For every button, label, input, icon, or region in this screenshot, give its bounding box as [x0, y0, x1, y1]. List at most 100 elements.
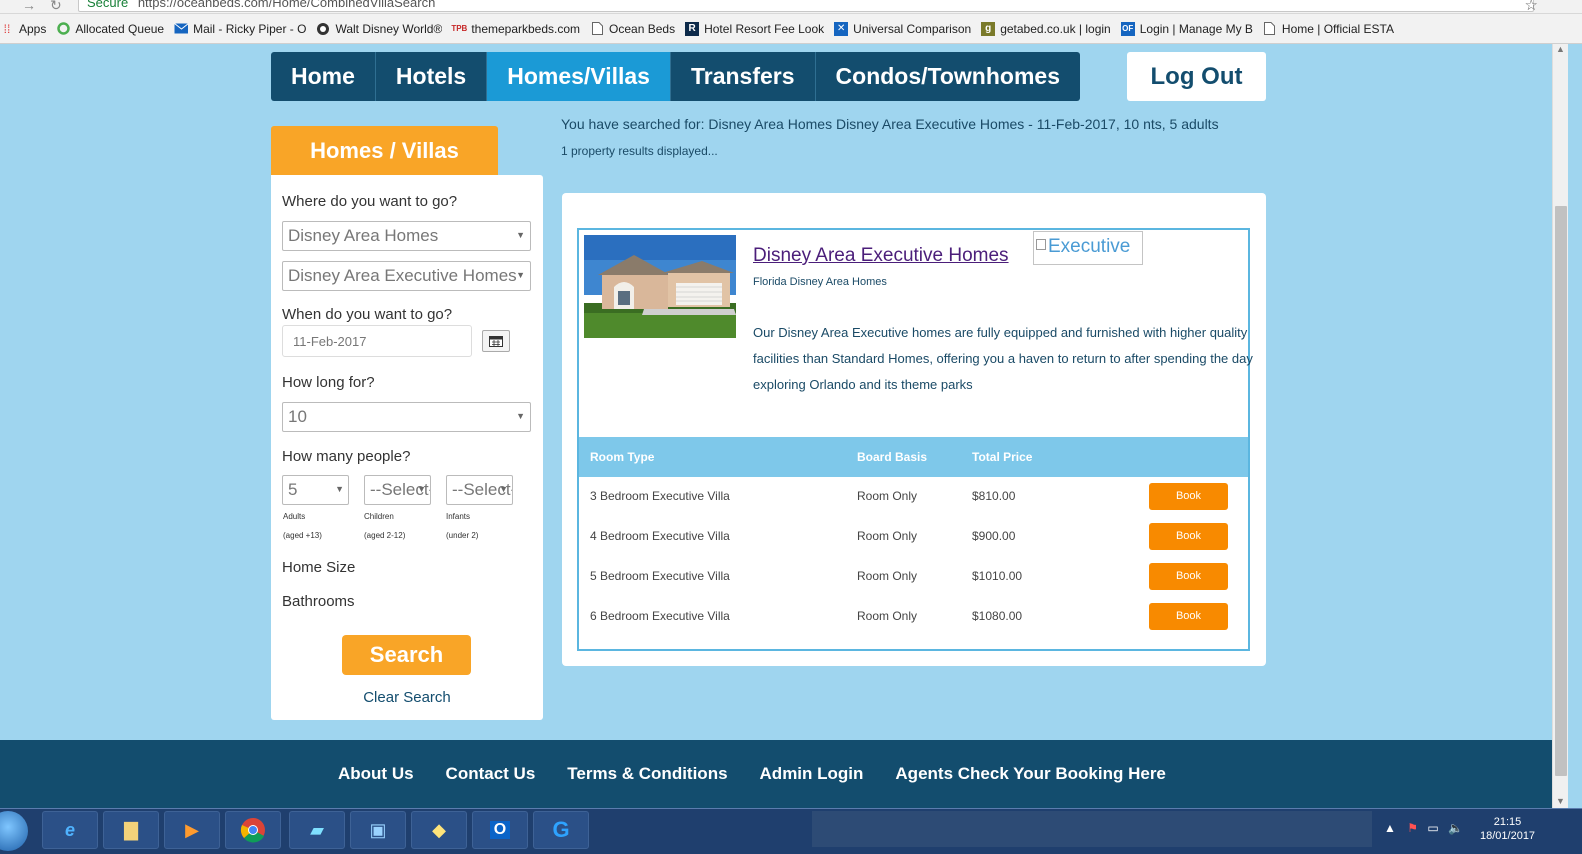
- bookmark-item[interactable]: TPB themeparkbeds.com: [451, 22, 580, 36]
- subdestination-select[interactable]: Disney Area Executive Homes ▼: [282, 261, 531, 291]
- footer-admin-login-link[interactable]: Admin Login: [760, 764, 864, 784]
- media-player-icon[interactable]: ▶: [164, 811, 220, 849]
- scroll-up-icon[interactable]: ▲: [1556, 44, 1565, 54]
- g-app-icon[interactable]: G: [533, 811, 589, 849]
- main-nav: Home Hotels Homes/Villas Transfers Condo…: [271, 52, 1080, 101]
- system-clock[interactable]: 21:15 18/01/2017: [1480, 815, 1535, 843]
- bookmark-item[interactable]: OF Login | Manage My B: [1120, 21, 1253, 36]
- nav-homes-villas[interactable]: Homes/Villas: [487, 52, 671, 101]
- scroll-down-icon[interactable]: ▼: [1556, 796, 1565, 806]
- home-size-toggle[interactable]: Home Size: [282, 559, 355, 576]
- footer-about-link[interactable]: About Us: [338, 764, 414, 784]
- book-button[interactable]: Book: [1149, 483, 1228, 510]
- property-photo[interactable]: [584, 235, 736, 338]
- network-icon[interactable]: ▣: [350, 811, 406, 849]
- nav-condos-townhomes[interactable]: Condos/Townhomes: [816, 52, 1080, 101]
- footer-agents-booking-link[interactable]: Agents Check Your Booking Here: [895, 764, 1165, 784]
- bathrooms-toggle[interactable]: Bathrooms: [282, 593, 355, 610]
- url-text: https://oceanbeds.com/Home/CombinedVilla…: [137, 0, 436, 10]
- board-basis: Room Only: [857, 569, 918, 583]
- bookmark-item[interactable]: Ocean Beds: [590, 22, 675, 36]
- tpb-icon: TPB: [451, 24, 468, 33]
- action-center-icon[interactable]: ⚑: [1407, 821, 1418, 835]
- page-scrollbar[interactable]: ▲ ▼: [1552, 44, 1568, 808]
- reload-icon[interactable]: ↻: [50, 0, 62, 14]
- chevron-down-icon: ▼: [516, 270, 525, 280]
- bookmark-item[interactable]: R Hotel Resort Fee Look: [685, 21, 824, 36]
- apps-icon: ⁞⁞: [3, 21, 11, 36]
- secure-label: Secure: [87, 0, 129, 10]
- children-select[interactable]: --Select--▼: [364, 475, 431, 505]
- where-label: Where do you want to go?: [282, 193, 458, 210]
- display-icon[interactable]: ▭: [1427, 821, 1438, 835]
- book-button[interactable]: Book: [1149, 523, 1228, 550]
- scroll-thumb[interactable]: [1555, 206, 1567, 776]
- nav-home[interactable]: Home: [271, 52, 376, 101]
- address-bar[interactable]: Secure https://oceanbeds.com/Home/Combin…: [78, 0, 1534, 12]
- table-row: 4 Bedroom Executive Villa Room Only $900…: [579, 517, 1248, 557]
- header-room-type: Room Type: [590, 450, 655, 464]
- property-card: Disney Area Executive Homes Executive Fl…: [577, 228, 1253, 651]
- circle-icon: [56, 22, 70, 36]
- search-summary: You have searched for: Disney Area Homes…: [561, 116, 1219, 132]
- adults-select[interactable]: 5 ▼: [282, 475, 349, 505]
- infants-select[interactable]: --Select--▼: [446, 475, 513, 505]
- notes-icon[interactable]: ◆: [411, 811, 467, 849]
- total-price: $810.00: [972, 489, 1016, 503]
- date-input[interactable]: 11-Feb-2017: [282, 325, 472, 357]
- nav-transfers[interactable]: Transfers: [671, 52, 816, 101]
- destination-select[interactable]: Disney Area Homes ▼: [282, 221, 531, 251]
- bookmark-item[interactable]: Walt Disney World®: [316, 22, 442, 36]
- remote-app-icon[interactable]: ▰: [289, 811, 345, 849]
- bookmark-item[interactable]: ✕ Universal Comparison: [834, 21, 971, 36]
- ie-icon[interactable]: e: [42, 811, 98, 849]
- table-row: 6 Bedroom Executive Villa Room Only $108…: [579, 597, 1248, 637]
- outlook-icon[interactable]: O: [472, 811, 528, 849]
- book-button[interactable]: Book: [1149, 563, 1228, 590]
- bookmark-item[interactable]: Home | Official ESTA: [1263, 22, 1394, 36]
- clear-search-link[interactable]: Clear Search: [271, 689, 543, 706]
- book-button[interactable]: Book: [1149, 603, 1228, 630]
- start-button-icon[interactable]: [0, 811, 28, 851]
- chrome-icon[interactable]: [225, 811, 281, 849]
- page-icon: [590, 22, 604, 36]
- logout-button[interactable]: Log Out: [1127, 52, 1266, 101]
- search-button[interactable]: Search: [342, 635, 471, 675]
- property-title-link[interactable]: Disney Area Executive Homes: [753, 245, 1009, 267]
- property-description: Our Disney Area Executive homes are full…: [753, 325, 1253, 392]
- chevron-down-icon: ▼: [499, 484, 508, 494]
- blurred-toolbar: [812, 811, 1372, 847]
- page-icon: [1263, 22, 1277, 36]
- disney-icon: [316, 22, 330, 36]
- header-total-price: Total Price: [972, 450, 1033, 464]
- tray-icons: ▲ ⚑ ▭ 🔈: [1384, 821, 1463, 835]
- bookmark-item[interactable]: Mail - Ricky Piper - O: [174, 22, 306, 36]
- room-type: 3 Bedroom Executive Villa: [590, 489, 730, 503]
- of-icon: OF: [1120, 21, 1135, 36]
- bookmark-item[interactable]: Allocated Queue: [56, 22, 164, 36]
- chevron-up-icon[interactable]: ▲: [1384, 821, 1396, 835]
- mail-icon: [174, 22, 189, 36]
- nights-select[interactable]: 10 ▼: [282, 402, 531, 432]
- folder-icon[interactable]: ▇: [103, 811, 159, 849]
- bookmark-apps[interactable]: ⁞⁞ Apps: [0, 21, 47, 36]
- footer-contact-link[interactable]: Contact Us: [446, 764, 536, 784]
- site-footer: About Us Contact Us Terms & Conditions A…: [0, 740, 1552, 808]
- forward-icon[interactable]: →: [22, 0, 36, 13]
- calendar-button[interactable]: [482, 330, 510, 352]
- total-price: $1080.00: [972, 609, 1023, 623]
- board-basis: Room Only: [857, 489, 918, 503]
- bookmark-item[interactable]: g getabed.co.uk | login: [981, 21, 1111, 36]
- nav-hotels[interactable]: Hotels: [376, 52, 488, 101]
- chevron-down-icon: ▼: [335, 484, 344, 494]
- sidebar-tab[interactable]: Homes / Villas: [271, 126, 498, 175]
- table-row: 5 Bedroom Executive Villa Room Only $101…: [579, 557, 1248, 597]
- volume-muted-icon[interactable]: 🔈: [1448, 821, 1463, 835]
- chevron-down-icon: ▼: [516, 411, 525, 421]
- board-basis: Room Only: [857, 529, 918, 543]
- chevron-down-icon: ▼: [417, 484, 426, 494]
- bookmark-star-icon[interactable]: ☆: [1525, 0, 1538, 14]
- table-row: 3 Bedroom Executive Villa Room Only $810…: [579, 477, 1248, 517]
- footer-terms-link[interactable]: Terms & Conditions: [567, 764, 727, 784]
- people-label: How many people?: [282, 448, 411, 465]
